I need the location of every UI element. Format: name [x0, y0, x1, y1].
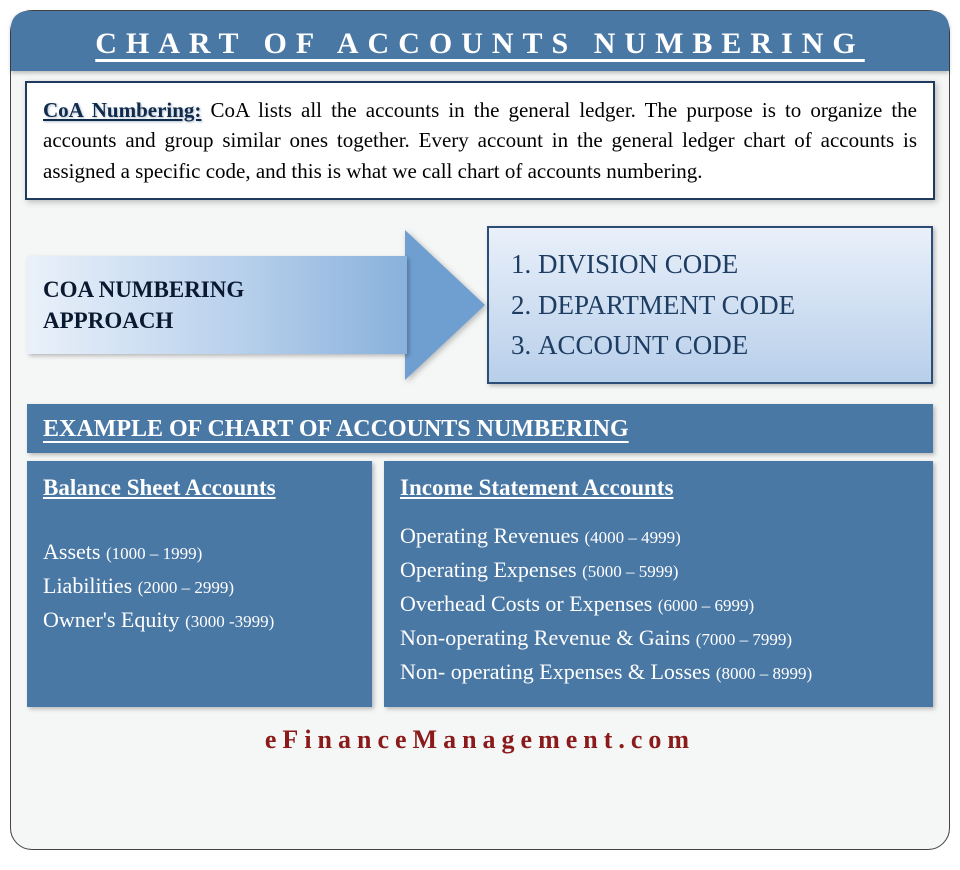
list-item: Non-operating Revenue & Gains (7000 – 79… — [400, 621, 917, 655]
list-item: Owner's Equity (3000 -3999) — [43, 603, 356, 637]
arrow-shape: COA NUMBERING APPROACH — [27, 230, 487, 380]
approach-row: COA NUMBERING APPROACH DIVISION CODE DEP… — [27, 226, 933, 384]
list-item: Non- operating Expenses & Losses (8000 –… — [400, 655, 917, 689]
item-name: Assets — [43, 539, 100, 564]
footer-brand: eFinanceManagement.com — [265, 725, 695, 754]
income-statement-card: Income Statement Accounts Operating Reve… — [384, 461, 933, 707]
item-name: Owner's Equity — [43, 607, 180, 632]
item-range: (2000 – 2999) — [138, 578, 234, 597]
page-title: CHART OF ACCOUNTS NUMBERING — [95, 27, 865, 60]
income-statement-title: Income Statement Accounts — [400, 475, 917, 501]
item-range: (7000 – 7999) — [696, 630, 792, 649]
arrow-head-icon — [405, 230, 485, 380]
codes-box: DIVISION CODE DEPARTMENT CODE ACCOUNT CO… — [487, 226, 933, 384]
list-item: Liabilities (2000 – 2999) — [43, 569, 356, 603]
item-range: (6000 – 6999) — [658, 596, 754, 615]
item-name: Non-operating Revenue & Gains — [400, 625, 690, 650]
footer: eFinanceManagement.com — [25, 725, 935, 755]
arrow-label-line1: COA NUMBERING — [43, 277, 244, 302]
example-header: EXAMPLE OF CHART OF ACCOUNTS NUMBERING — [27, 404, 933, 453]
balance-sheet-title: Balance Sheet Accounts — [43, 475, 356, 501]
list-item: Overhead Costs or Expenses (6000 – 6999) — [400, 587, 917, 621]
balance-sheet-card: Balance Sheet Accounts Assets (1000 – 19… — [27, 461, 372, 707]
diagram-canvas: CHART OF ACCOUNTS NUMBERING CoA Numberin… — [10, 10, 950, 850]
item-name: Overhead Costs or Expenses — [400, 591, 652, 616]
arrow-body: COA NUMBERING APPROACH — [27, 256, 407, 354]
item-name: Liabilities — [43, 573, 132, 598]
item-range: (5000 – 5999) — [582, 562, 678, 581]
intro-box: CoA Numbering: CoA lists all the account… — [25, 81, 935, 200]
item-name: Operating Expenses — [400, 557, 577, 582]
code-item: ACCOUNT CODE — [511, 325, 909, 366]
item-range: (3000 -3999) — [185, 612, 274, 631]
item-range: (1000 – 1999) — [106, 544, 202, 563]
cards-row: Balance Sheet Accounts Assets (1000 – 19… — [27, 461, 933, 707]
code-item: DIVISION CODE — [511, 244, 909, 285]
arrow-label-line2: APPROACH — [43, 308, 173, 333]
item-name: Non- operating Expenses & Losses — [400, 659, 710, 684]
codes-list: DIVISION CODE DEPARTMENT CODE ACCOUNT CO… — [511, 244, 909, 366]
item-range: (4000 – 4999) — [585, 528, 681, 547]
list-item: Operating Revenues (4000 – 4999) — [400, 519, 917, 553]
intro-lead: CoA Numbering: — [43, 98, 201, 122]
item-name: Operating Revenues — [400, 523, 579, 548]
title-bar: CHART OF ACCOUNTS NUMBERING — [11, 11, 949, 71]
arrow-label: COA NUMBERING APPROACH — [43, 274, 244, 336]
list-item: Operating Expenses (5000 – 5999) — [400, 553, 917, 587]
code-item: DEPARTMENT CODE — [511, 285, 909, 326]
list-item: Assets (1000 – 1999) — [43, 535, 356, 569]
item-range: (8000 – 8999) — [716, 664, 812, 683]
